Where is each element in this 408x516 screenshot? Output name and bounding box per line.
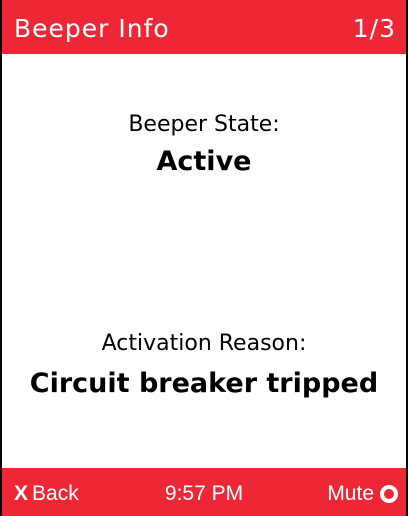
close-icon: X	[14, 482, 29, 505]
mute-label: Mute	[327, 482, 374, 505]
activation-reason-value: Circuit breaker tripped	[29, 368, 379, 399]
circle-icon	[380, 485, 398, 503]
beeper-state-value: Active	[156, 146, 252, 177]
activation-reason-label: Activation Reason:	[101, 331, 307, 356]
header-bar: Beeper Info 1/3	[2, 0, 406, 54]
main-content: Beeper State: Active Activation Reason: …	[2, 54, 406, 468]
beeper-state-label: Beeper State:	[128, 112, 280, 137]
back-label: Back	[32, 482, 79, 505]
beeper-info-screen: Beeper Info 1/3 Beeper State: Active Act…	[0, 0, 408, 516]
footer-bar: X Back 9:57 PM Mute	[2, 468, 406, 516]
mute-button[interactable]: Mute	[327, 482, 398, 506]
page-title: Beeper Info	[14, 14, 170, 43]
back-button[interactable]: X Back	[14, 482, 79, 506]
page-indicator: 1/3	[352, 14, 396, 43]
